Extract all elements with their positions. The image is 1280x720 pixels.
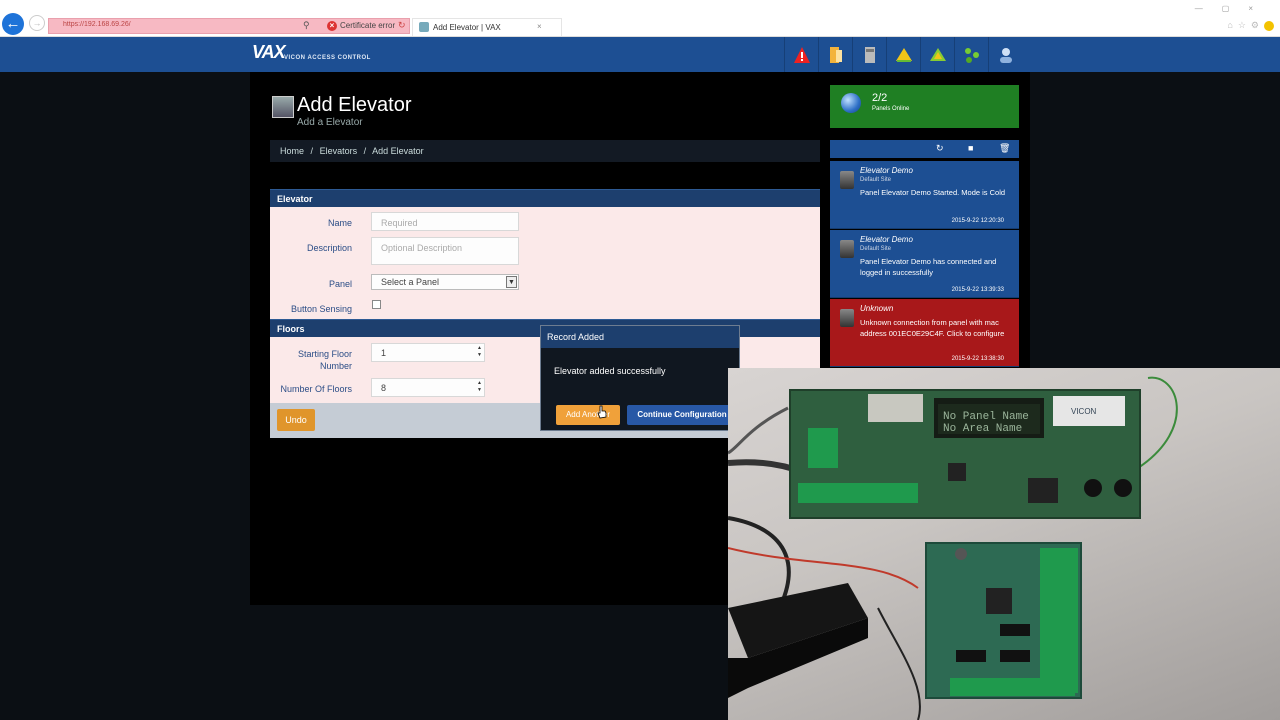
hardware-photo: No Panel Name No Area Name VICON <box>728 376 1178 720</box>
event-time: 2015-9-22 12:20:30 <box>951 218 1004 224</box>
description-label: Description <box>306 243 352 253</box>
number-floors-label: Number Of Floors <box>280 384 352 394</box>
dialog-title: Record Added <box>541 326 739 348</box>
back-icon[interactable]: ← <box>2 13 24 35</box>
header-icons <box>784 37 1022 72</box>
lcd-line-1: No Panel Name <box>943 411 1029 423</box>
feedback-smiley-icon[interactable] <box>1264 20 1274 31</box>
name-label: Name <box>327 218 352 228</box>
breadcrumb-current: Add Elevator <box>372 146 424 156</box>
board-brand: VICON <box>1071 407 1097 416</box>
starting-floor-stepper[interactable]: 1 ▲ ▼ <box>371 343 485 362</box>
event-message: Panel Elevator Demo has connected and lo… <box>860 257 997 277</box>
tab-title: Add Elevator | VAX <box>433 23 501 32</box>
panels-online-status[interactable]: 2/2 Panels Online <box>830 85 1019 128</box>
refresh-icon[interactable]: ↻ <box>936 143 944 154</box>
certificate-error-icon[interactable]: × <box>327 21 337 31</box>
certificate-error-text[interactable]: Certificate error <box>340 21 395 30</box>
panel-select[interactable]: Select a Panel ▼ <box>371 274 519 290</box>
starting-floor-value: 1 <box>381 348 387 358</box>
button-sensing-checkbox[interactable] <box>372 300 381 309</box>
alert-icon[interactable] <box>784 37 818 72</box>
breadcrumb: Home / Elevators / Add Elevator <box>270 140 820 162</box>
event-site: Default Site <box>860 246 892 252</box>
user-icon[interactable] <box>988 37 1022 72</box>
elevator-icon <box>272 96 294 118</box>
event-title: Unknown <box>860 304 894 313</box>
breadcrumb-separator: / <box>310 146 314 156</box>
browser-tools[interactable]: ⌂☆⚙ <box>1227 20 1274 31</box>
event-item[interactable]: Elevator Demo Default Site Panel Elevato… <box>830 161 1019 229</box>
tab-favicon-icon <box>419 22 429 32</box>
events-toolbar: ↻ ■ 🗑 <box>830 140 1019 158</box>
stop-icon[interactable]: ■ <box>968 143 973 153</box>
add-another-button[interactable]: Add Another <box>556 405 620 425</box>
window-controls[interactable]: —▢× <box>1195 4 1272 13</box>
event-item[interactable]: Elevator Demo Default Site Panel Elevato… <box>830 230 1019 298</box>
event-title: Elevator Demo <box>860 166 913 175</box>
page-subtitle: Add a Elevator <box>297 117 363 128</box>
refresh-icon[interactable]: ↻ <box>398 20 406 31</box>
event-title: Elevator Demo <box>860 235 913 244</box>
event-item-error[interactable]: Unknown Unknown connection from panel wi… <box>830 299 1019 367</box>
section-elevator-header: Elevator <box>270 189 820 207</box>
panels-online-count: 2/2 <box>872 92 888 104</box>
event-time: 2015-9-22 13:39:33 <box>951 287 1004 293</box>
breadcrumb-separator: / <box>363 146 367 156</box>
hand-cursor-icon <box>597 405 607 419</box>
warning-icon[interactable] <box>886 37 920 72</box>
trash-icon[interactable]: 🗑 <box>999 143 1010 154</box>
dialog-message: Elevator added successfully <box>554 366 666 376</box>
app-header <box>0 37 1280 72</box>
search-icon[interactable]: ⚲ <box>303 20 310 31</box>
record-added-dialog: Record Added Elevator added successfully… <box>540 325 740 431</box>
description-field[interactable]: Optional Description <box>371 237 519 265</box>
name-field[interactable]: Required <box>371 212 519 231</box>
address-bar[interactable]: https://192.168.69.26/ ⚲ × Certificate e… <box>48 18 410 34</box>
spinner-icon[interactable]: ▲ ▼ <box>477 380 482 394</box>
tab-close-icon[interactable]: × <box>537 22 542 31</box>
doors-icon[interactable] <box>818 37 852 72</box>
button-sensing-label: Button Sensing <box>290 304 352 314</box>
panel-icon <box>840 309 854 327</box>
logo-mark: VAX <box>252 42 286 62</box>
browser-toolbar: ← → https://192.168.69.26/ ⚲ × Certifica… <box>0 0 1280 37</box>
breadcrumb-elevators[interactable]: Elevators <box>320 146 358 156</box>
browser-tab[interactable]: Add Elevator | VAX × <box>412 18 562 36</box>
logo-text: VICON ACCESS CONTROL <box>284 55 371 61</box>
number-floors-stepper[interactable]: 8 ▲ ▼ <box>371 378 485 397</box>
panels-online-label: Panels Online <box>872 106 910 112</box>
panel-icon <box>840 240 854 258</box>
panel-icon[interactable] <box>852 37 886 72</box>
hardware-photo-overlay: No Panel Name No Area Name VICON <box>728 368 1280 720</box>
spinner-icon[interactable]: ▲ ▼ <box>477 345 482 359</box>
chevron-down-icon[interactable]: ▼ <box>506 276 517 288</box>
event-message: Unknown connection from panel with mac a… <box>860 318 1005 338</box>
page-title: Add Elevator <box>297 94 412 116</box>
undo-button[interactable]: Undo <box>277 409 315 431</box>
event-site: Default Site <box>860 177 892 183</box>
panel-icon <box>840 171 854 189</box>
address-url: https://192.168.69.26/ <box>63 21 131 28</box>
logo[interactable]: VAX VICON ACCESS CONTROL <box>250 40 390 70</box>
number-floors-value: 8 <box>381 383 387 393</box>
globe-icon <box>841 93 861 113</box>
event-message: Panel Elevator Demo Started. Mode is Col… <box>860 188 1006 197</box>
breadcrumb-home[interactable]: Home <box>280 146 304 156</box>
network-icon[interactable] <box>954 37 988 72</box>
panel-label: Panel <box>328 279 352 289</box>
starting-floor-label: Starting Floor Number <box>297 349 352 371</box>
event-time: 2015-9-22 13:38:30 <box>951 356 1004 362</box>
panel-select-value: Select a Panel <box>381 277 440 287</box>
lcd-line-2: No Area Name <box>943 423 1022 435</box>
map-icon[interactable] <box>920 37 954 72</box>
continue-configuration-button[interactable]: Continue Configuration <box>627 405 737 425</box>
forward-icon[interactable]: → <box>29 15 45 31</box>
